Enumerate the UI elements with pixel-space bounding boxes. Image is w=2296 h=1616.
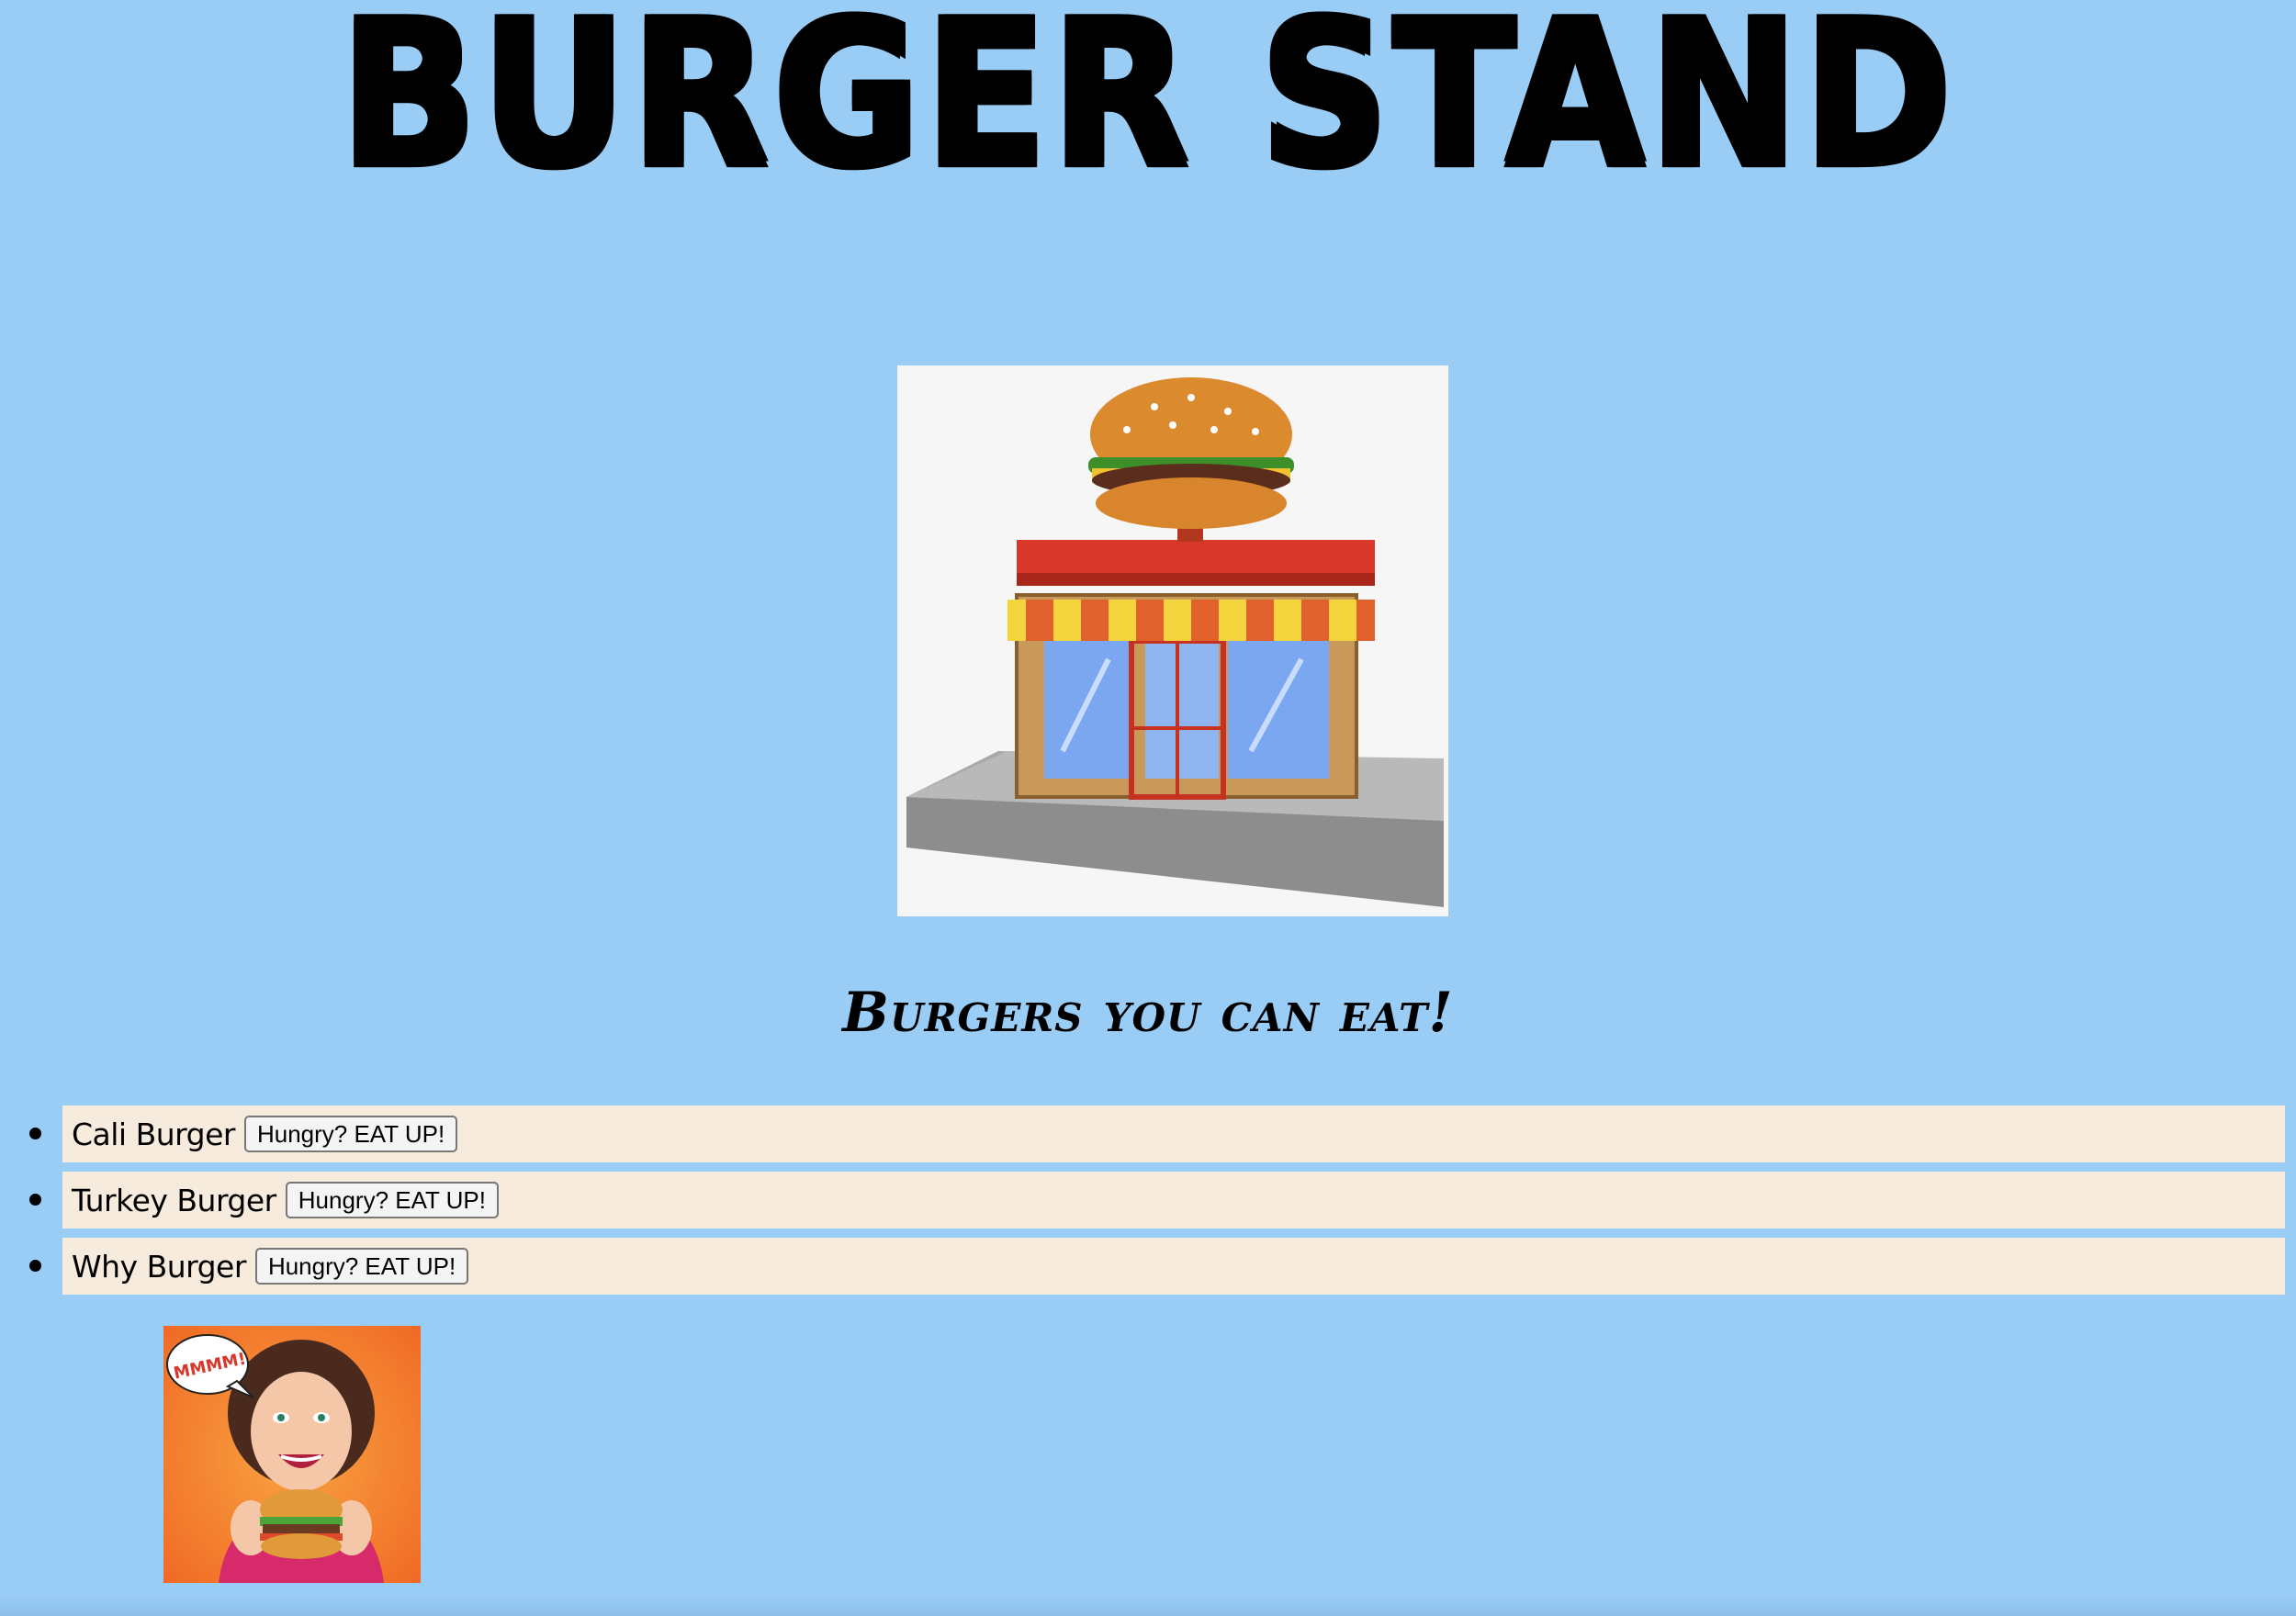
bullet-icon bbox=[29, 1128, 41, 1139]
burger-stand-illustration bbox=[897, 365, 1448, 916]
list-item: Cali Burger Hungry? EAT UP! bbox=[29, 1105, 2285, 1162]
page-title: BURGER STAND bbox=[340, 0, 1956, 213]
bullet-icon bbox=[29, 1194, 41, 1206]
woman-eating-burger-illustration: MMMM! bbox=[163, 1326, 421, 1583]
eat-up-button[interactable]: Hungry? EAT UP! bbox=[285, 1182, 499, 1218]
promo-image: MMMM! bbox=[163, 1326, 421, 1583]
eat-up-button[interactable]: Hungry? EAT UP! bbox=[254, 1248, 469, 1285]
burger-name: Turkey Burger bbox=[72, 1182, 276, 1218]
burger-name: Why Burger bbox=[72, 1248, 246, 1285]
eat-up-button[interactable]: Hungry? EAT UP! bbox=[243, 1116, 458, 1152]
bullet-icon bbox=[29, 1260, 41, 1272]
page-bottom-edge bbox=[0, 1596, 2296, 1616]
burger-name: Cali Burger bbox=[72, 1116, 235, 1152]
list-item: Why Burger Hungry? EAT UP! bbox=[29, 1238, 2285, 1295]
list-item: Turkey Burger Hungry? EAT UP! bbox=[29, 1172, 2285, 1229]
burger-stand-image bbox=[897, 365, 1448, 916]
menu-heading: Burgers you can eat! bbox=[842, 981, 1454, 1045]
